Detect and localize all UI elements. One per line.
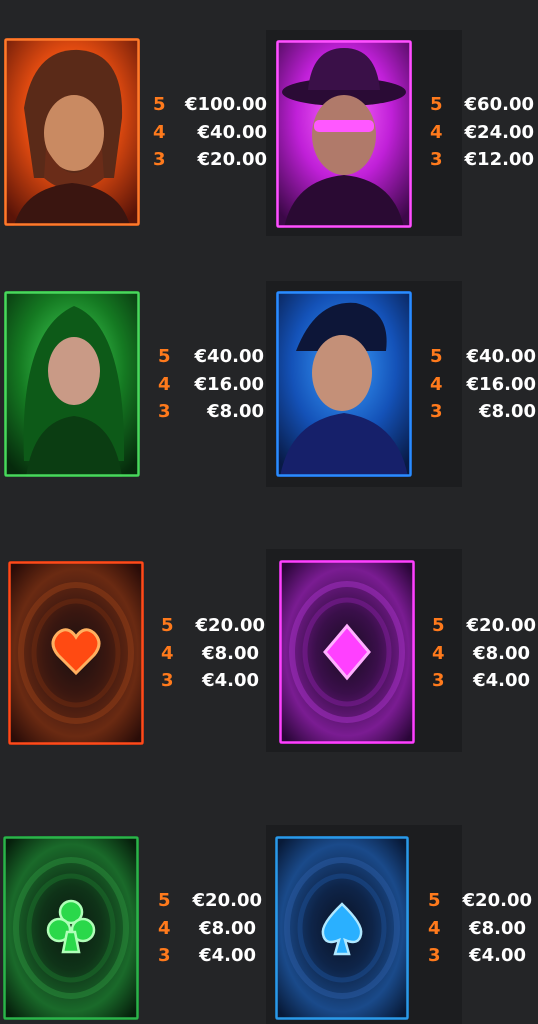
count-label: 5 [158,346,171,367]
payout-value: €8.00 [469,917,526,939]
payout-value: €40.00 [194,346,264,367]
payout-value: €40.00 [197,121,267,143]
payout-value: €16.00 [466,373,536,395]
count-label: 5 [153,94,166,115]
blue-man-symbol [276,291,412,477]
count-label: 5 [428,890,441,911]
payout-value: €4.00 [469,945,526,966]
payout-value: €20.00 [466,615,536,636]
payout-value: €20.00 [192,890,262,911]
count-label: 3 [158,945,171,966]
count-label: 3 [153,149,166,170]
purple-hat-man-symbol [276,40,412,228]
heart-symbol [8,561,144,745]
payout-value: €8.00 [199,917,256,939]
count-label: 3 [428,945,441,966]
count-label: 5 [430,94,443,115]
paytable-heart: 5 €20.00 4 €8.00 3 €4.00 [161,612,265,695]
payout-value: €8.00 [202,642,259,664]
club-symbol [3,836,139,1020]
count-label: 3 [430,149,443,170]
count-label: 5 [432,615,445,636]
count-label: 4 [153,121,166,143]
count-label: 5 [430,346,443,367]
payout-value: €4.00 [199,945,256,966]
count-label: 4 [430,121,443,143]
red-haired-man-symbol [4,38,140,226]
count-label: 4 [428,917,441,939]
count-label: 3 [430,401,443,422]
payout-value: €8.00 [207,401,264,422]
payout-value: €20.00 [462,890,532,911]
payout-value: €12.00 [464,149,534,170]
green-haired-woman-symbol [4,291,140,477]
spade-symbol [275,836,409,1020]
count-label: 4 [158,373,171,395]
count-label: 3 [161,670,174,691]
paytable-purple-hat-man: 5 €60.00 4 €24.00 3 €12.00 [430,91,534,174]
paytable-diamond: 5 €20.00 4 €8.00 3 €4.00 [432,612,536,695]
count-label: 5 [158,890,171,911]
payout-value: €60.00 [464,94,534,115]
payout-value: €20.00 [197,149,267,170]
count-label: 4 [161,642,174,664]
diamond-symbol [279,560,415,744]
payout-value: €8.00 [473,642,530,664]
payout-value: €4.00 [473,670,530,691]
paytable-spade: 5 €20.00 4 €8.00 3 €4.00 [428,887,532,970]
count-label: 4 [158,917,171,939]
paytable-blue-man: 5 €40.00 4 €16.00 3 €8.00 [430,343,536,426]
payout-value: €20.00 [195,615,265,636]
payout-value: €100.00 [185,94,267,115]
count-label: 3 [432,670,445,691]
count-label: 3 [158,401,171,422]
paytable-green-haired-woman: 5 €40.00 4 €16.00 3 €8.00 [158,343,264,426]
payout-value: €4.00 [202,670,259,691]
count-label: 4 [432,642,445,664]
paytable-club: 5 €20.00 4 €8.00 3 €4.00 [158,887,262,970]
payout-value: €24.00 [464,121,534,143]
payout-value: €40.00 [466,346,536,367]
count-label: 4 [430,373,443,395]
count-label: 5 [161,615,174,636]
payout-value: €8.00 [479,401,536,422]
paytable-red-haired-man: 5 €100.00 4 €40.00 3 €20.00 [153,91,267,174]
payout-value: €16.00 [194,373,264,395]
